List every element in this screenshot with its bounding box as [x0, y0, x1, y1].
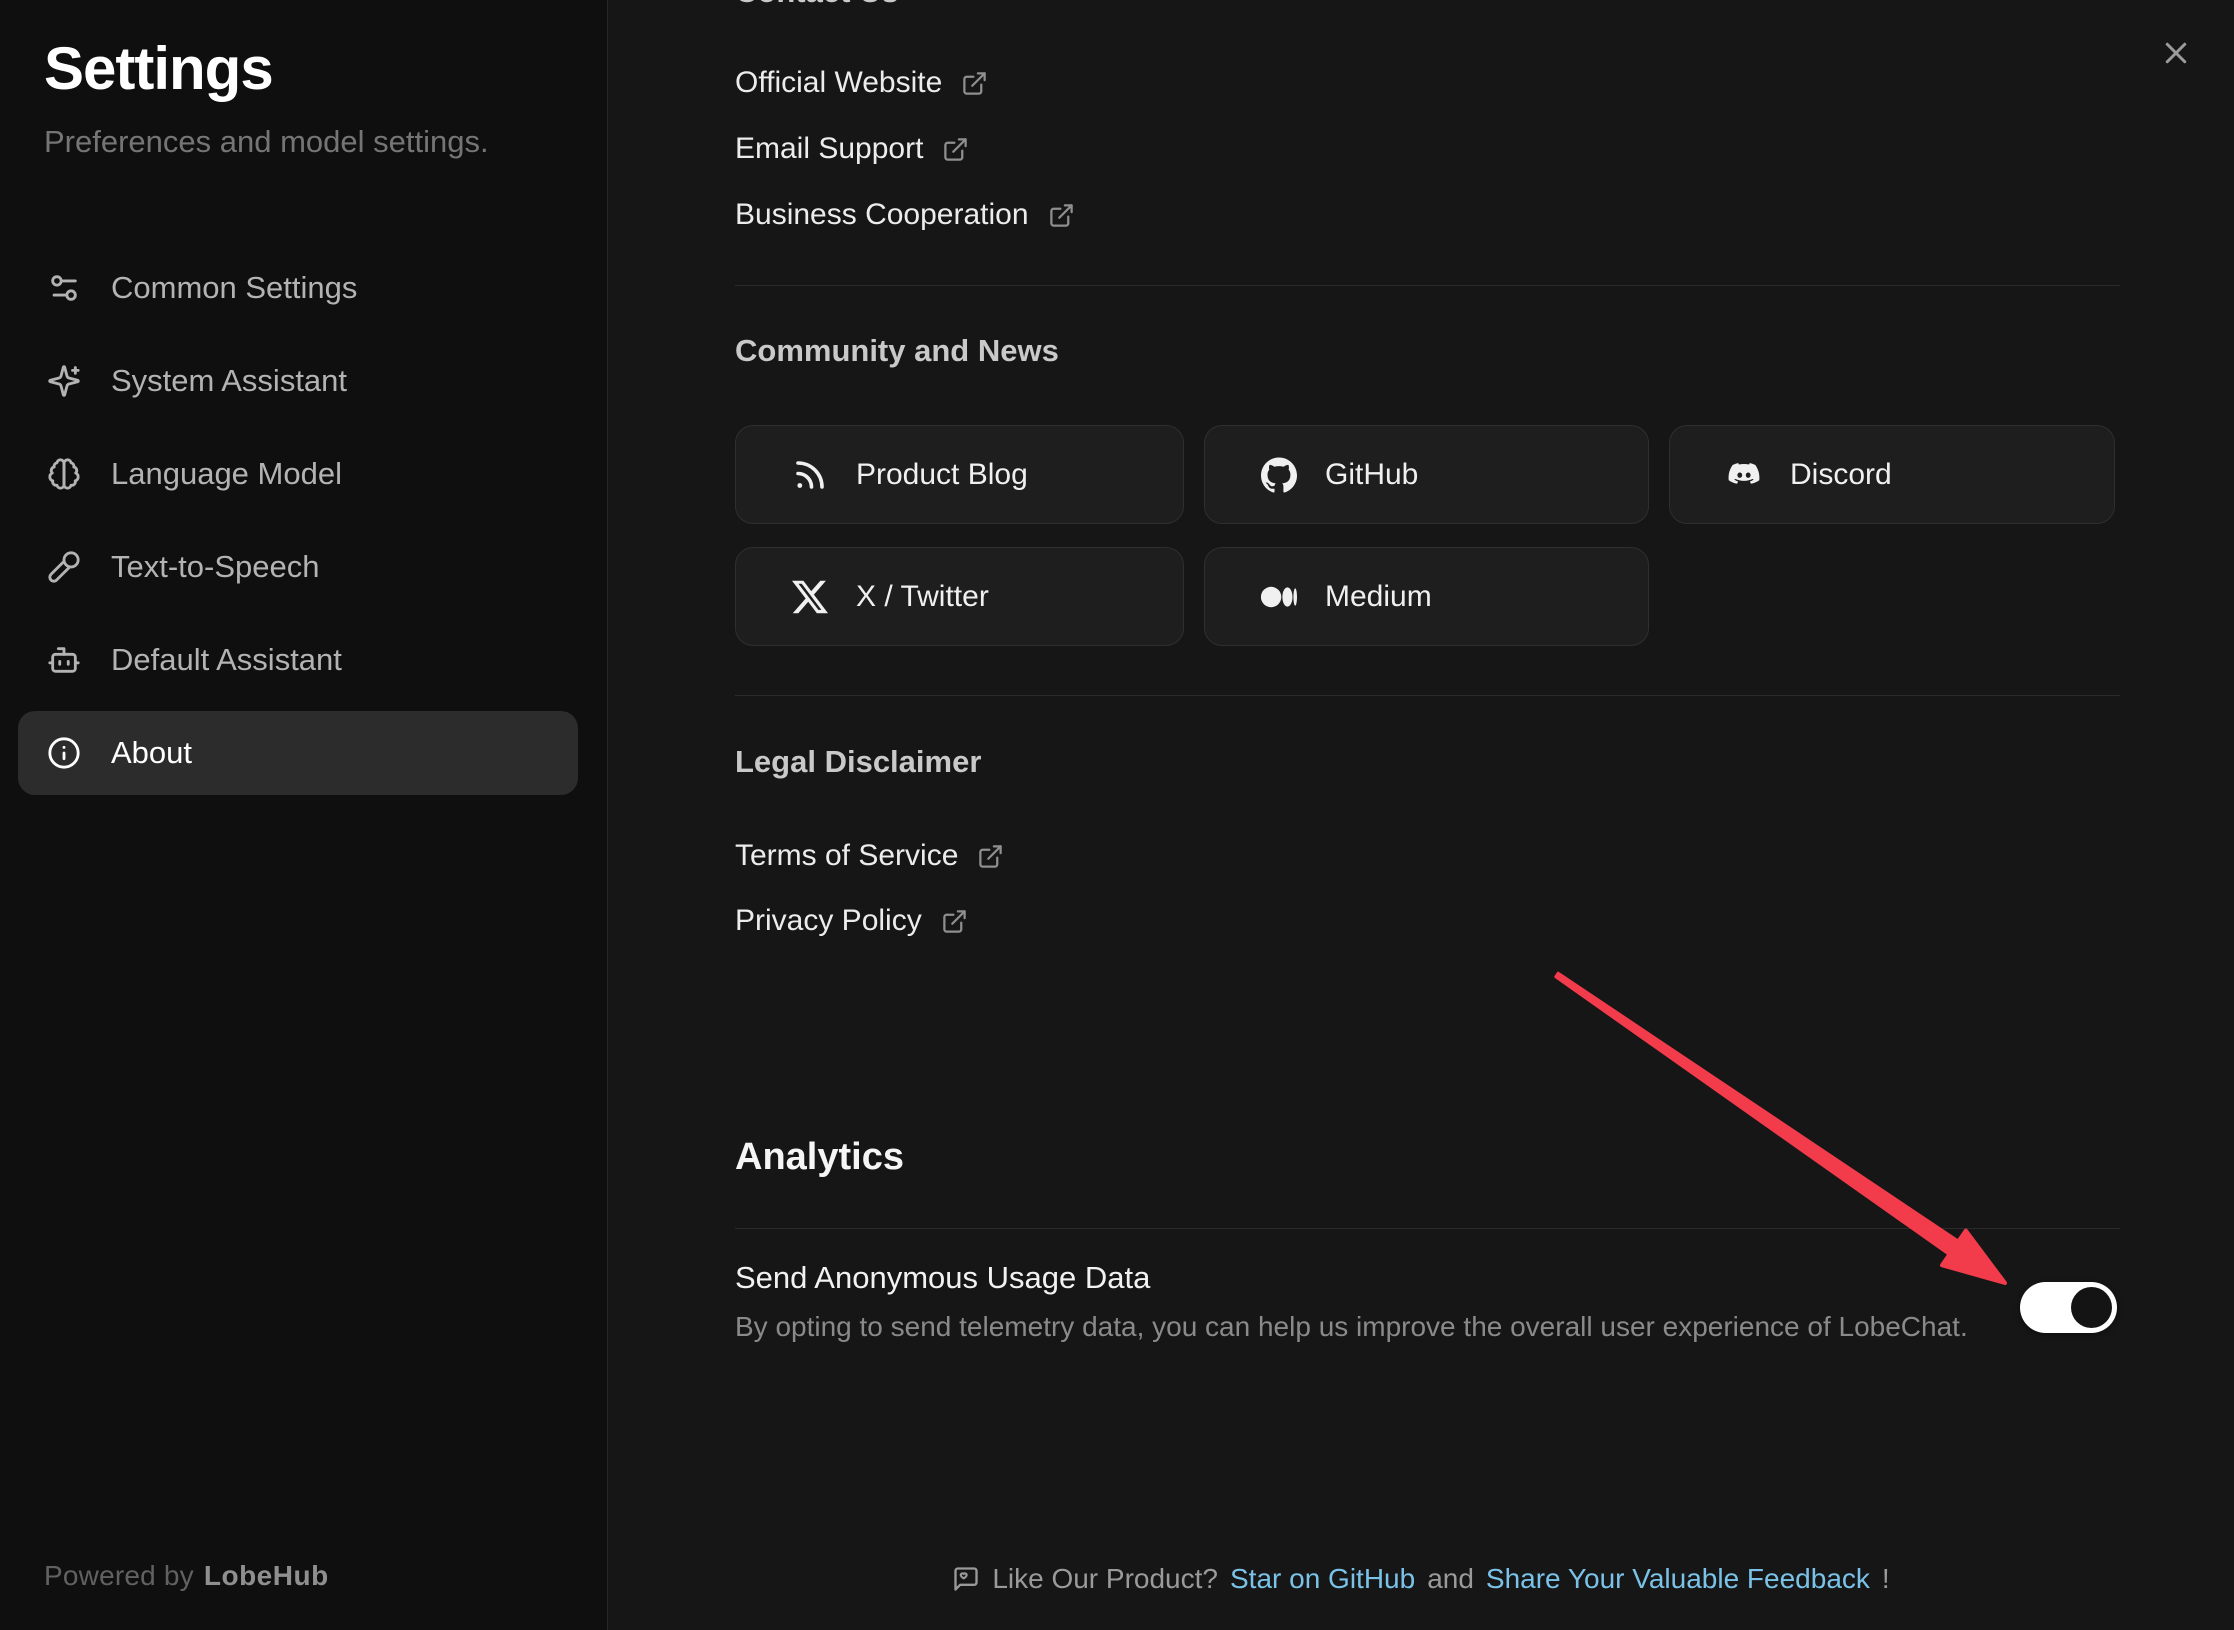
- message-square-icon: [952, 1565, 980, 1593]
- usage-data-toggle[interactable]: [2020, 1282, 2117, 1333]
- button-label: X / Twitter: [856, 580, 989, 614]
- external-link-icon: [1048, 202, 1075, 229]
- link-email-support[interactable]: Email Support: [735, 129, 969, 169]
- panel-footer: Like Our Product? Star on GitHub and Sha…: [608, 1563, 2234, 1595]
- sidebar-item-common-settings[interactable]: Common Settings: [18, 246, 578, 330]
- footer-text: Like Our Product?: [992, 1563, 1218, 1595]
- link-business-cooperation[interactable]: Business Cooperation: [735, 195, 1075, 235]
- lobehub-brand: LobeHub: [204, 1560, 329, 1591]
- powered-by: Powered by LobeHub: [44, 1560, 329, 1592]
- external-link-icon: [941, 908, 968, 935]
- discord-icon: [1726, 457, 1762, 493]
- usage-data-label: Send Anonymous Usage Data: [735, 1260, 1150, 1296]
- page-subtitle: Preferences and model settings.: [44, 124, 489, 160]
- close-icon: [2161, 56, 2191, 71]
- sidebar-item-label: About: [111, 735, 192, 771]
- section-divider: [735, 285, 2120, 286]
- info-icon: [47, 736, 81, 770]
- link-terms-of-service[interactable]: Terms of Service: [735, 836, 1004, 876]
- legal-section-heading: Legal Disclaimer: [735, 744, 981, 780]
- bot-icon: [47, 643, 81, 677]
- sidebar-item-label: Language Model: [111, 456, 342, 492]
- sidebar-item-system-assistant[interactable]: System Assistant: [18, 339, 578, 423]
- footer-text: !: [1882, 1563, 1890, 1595]
- page-title: Settings: [44, 34, 273, 103]
- link-official-website[interactable]: Official Website: [735, 63, 988, 103]
- share-feedback-link[interactable]: Share Your Valuable Feedback: [1486, 1563, 1870, 1595]
- x-twitter-icon: [792, 579, 828, 615]
- link-label: Email Support: [735, 132, 923, 166]
- sidebar-item-label: System Assistant: [111, 363, 347, 399]
- toggle-knob: [2071, 1287, 2112, 1328]
- external-link-icon: [977, 843, 1004, 870]
- sidebar-item-about[interactable]: About: [18, 711, 578, 795]
- sidebar: Settings Preferences and model settings.…: [0, 0, 608, 1630]
- brain-icon: [47, 457, 81, 491]
- external-link-icon: [942, 136, 969, 163]
- settings-nav: Common Settings System Assistant Languag…: [18, 246, 578, 804]
- star-on-github-link[interactable]: Star on GitHub: [1230, 1563, 1415, 1595]
- contact-section-heading: Contact Us: [735, 0, 899, 10]
- sparkles-icon: [47, 364, 81, 398]
- button-label: Discord: [1790, 458, 1892, 492]
- powered-by-text: Powered by: [44, 1560, 194, 1591]
- usage-data-description: By opting to send telemetry data, you ca…: [735, 1311, 1968, 1343]
- about-panel: Contact Us Official Website Email Suppor…: [608, 0, 2234, 1630]
- close-button[interactable]: [2154, 32, 2198, 76]
- rss-icon: [792, 457, 828, 493]
- github-button[interactable]: GitHub: [1204, 425, 1649, 524]
- analytics-section-heading: Analytics: [735, 1136, 904, 1179]
- sliders-icon: [47, 271, 81, 305]
- sidebar-item-label: Text-to-Speech: [111, 549, 320, 585]
- community-section-heading: Community and News: [735, 333, 1059, 369]
- link-label: Privacy Policy: [735, 904, 922, 938]
- button-label: Medium: [1325, 580, 1432, 614]
- link-label: Official Website: [735, 66, 942, 100]
- sidebar-item-language-model[interactable]: Language Model: [18, 432, 578, 516]
- x-twitter-button[interactable]: X / Twitter: [735, 547, 1184, 646]
- link-label: Terms of Service: [735, 839, 958, 873]
- button-label: Product Blog: [856, 458, 1028, 492]
- medium-button[interactable]: Medium: [1204, 547, 1649, 646]
- medium-icon: [1261, 579, 1297, 615]
- sidebar-item-default-assistant[interactable]: Default Assistant: [18, 618, 578, 702]
- button-label: GitHub: [1325, 458, 1418, 492]
- link-label: Business Cooperation: [735, 198, 1029, 232]
- external-link-icon: [961, 70, 988, 97]
- discord-button[interactable]: Discord: [1669, 425, 2115, 524]
- github-icon: [1261, 457, 1297, 493]
- section-divider: [735, 1228, 2120, 1229]
- link-privacy-policy[interactable]: Privacy Policy: [735, 901, 968, 941]
- product-blog-button[interactable]: Product Blog: [735, 425, 1184, 524]
- mic-icon: [47, 550, 81, 584]
- sidebar-item-label: Common Settings: [111, 270, 357, 306]
- footer-text: and: [1427, 1563, 1474, 1595]
- section-divider: [735, 695, 2120, 696]
- sidebar-item-text-to-speech[interactable]: Text-to-Speech: [18, 525, 578, 609]
- sidebar-item-label: Default Assistant: [111, 642, 342, 678]
